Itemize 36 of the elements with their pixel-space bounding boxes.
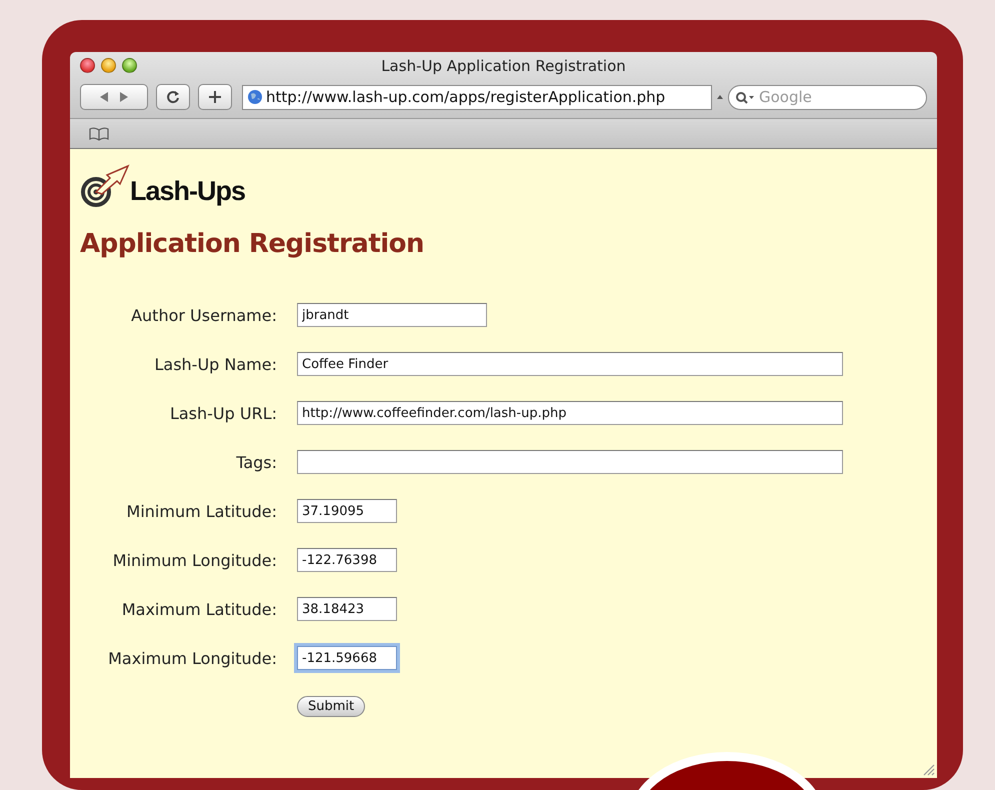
- bookmarks-book-icon[interactable]: [88, 126, 110, 140]
- field-label: Author Username:: [131, 306, 277, 324]
- search-field[interactable]: Google: [728, 84, 927, 110]
- field-label: Minimum Latitude:: [126, 502, 277, 520]
- field-label: Lash-Up Name:: [154, 354, 277, 374]
- dropdown-caret-icon[interactable]: [716, 93, 724, 101]
- input-field[interactable]: -121.59668: [297, 646, 397, 670]
- field-label: Maximum Longitude:: [108, 648, 277, 668]
- add-bookmark-button[interactable]: [198, 84, 232, 110]
- close-button[interactable]: [80, 58, 95, 73]
- reload-icon: [166, 90, 180, 104]
- address-field[interactable]: http://www.lash-up.com/apps/registerApplication.php: [242, 84, 712, 110]
- page-heading: Application Registration: [80, 229, 426, 259]
- resize-grip-icon[interactable]: [921, 762, 935, 776]
- field-label: Maximum Latitude:: [122, 600, 277, 618]
- target-arrow-logo-icon: [80, 163, 132, 209]
- zoom-button[interactable]: [122, 58, 137, 73]
- field-label: Minimum Longitude:: [112, 550, 277, 570]
- submit-button[interactable]: Submit: [297, 696, 366, 717]
- window-title: Lash-Up Application Registration: [381, 57, 626, 75]
- input-field[interactable]: http://www.coffeefinder.com/lash-up.php: [297, 401, 843, 425]
- input-field[interactable]: 38.18423: [297, 597, 397, 621]
- logo-text: Lash-Ups: [130, 176, 246, 207]
- globe-icon: [247, 89, 263, 105]
- back-forward-buttons[interactable]: [80, 84, 148, 110]
- input-field[interactable]: -122.76398: [297, 548, 397, 572]
- search-icon: [735, 90, 755, 104]
- reload-button[interactable]: [156, 84, 190, 110]
- input-field[interactable]: jbrandt: [297, 303, 487, 327]
- field-label: Lash-Up URL:: [170, 404, 277, 422]
- input-field[interactable]: [297, 450, 843, 474]
- plus-icon: [208, 90, 222, 104]
- minimize-button[interactable]: [101, 58, 116, 73]
- input-field[interactable]: 37.19095: [297, 499, 397, 523]
- field-label: Tags:: [236, 452, 277, 472]
- input-field[interactable]: Coffee Finder: [297, 352, 843, 376]
